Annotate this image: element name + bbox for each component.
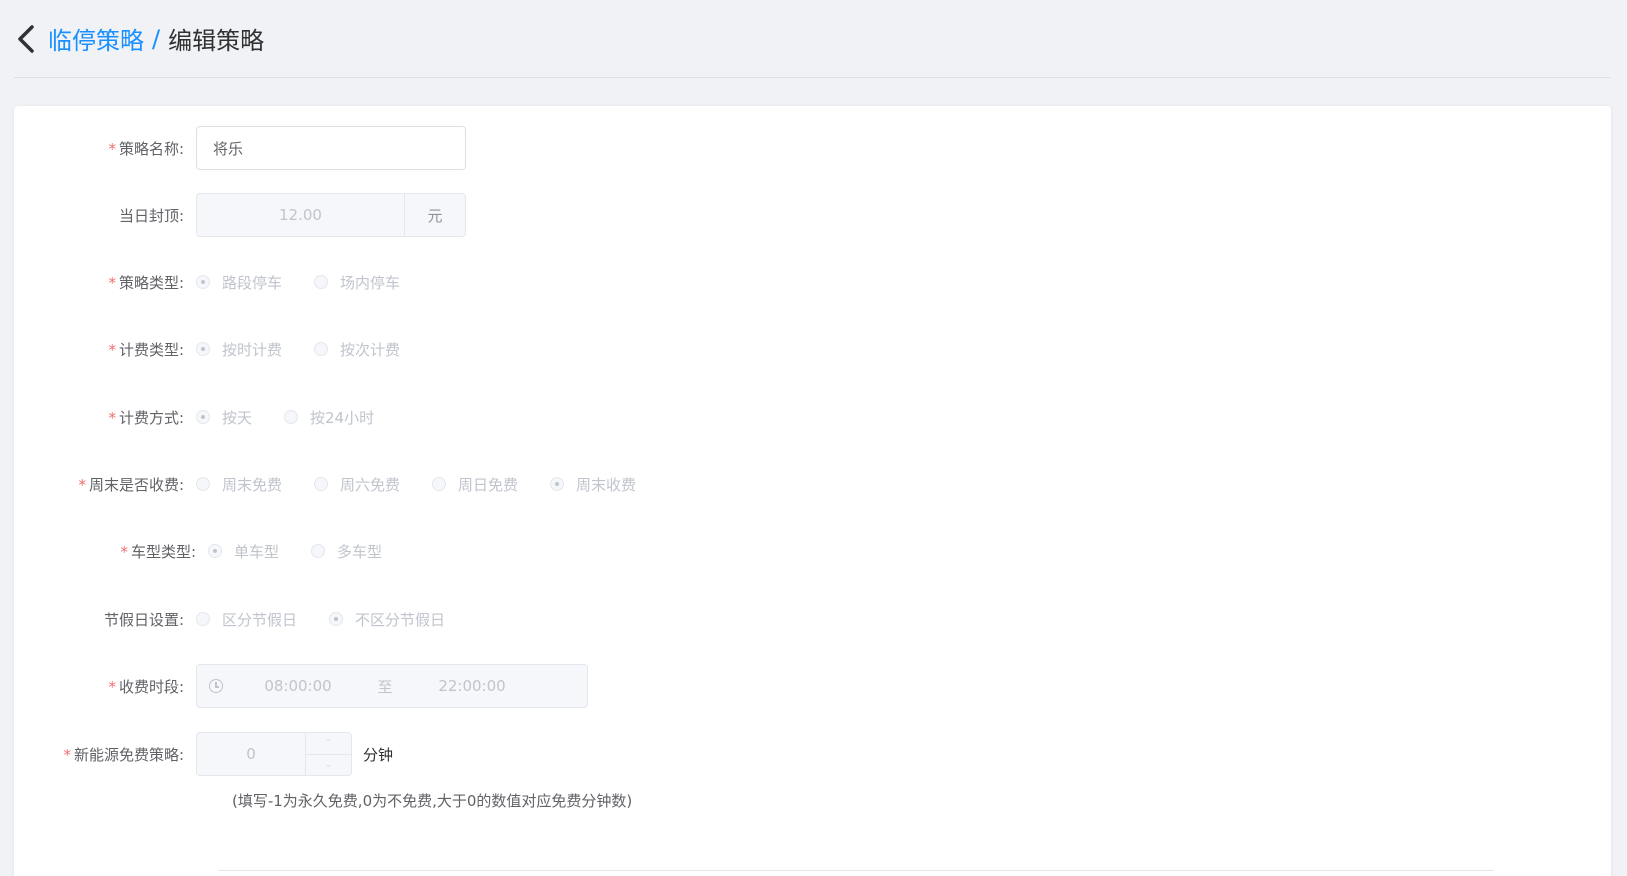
form-label-daily-cap: 当日封顶: bbox=[118, 206, 184, 225]
stepper-buttons: ⌃ ⌄ bbox=[305, 733, 351, 775]
form-row-holiday: 节假日设置: 区分节假日 不区分节假日 bbox=[14, 597, 477, 641]
time-range-end[interactable]: 22:00:00 bbox=[397, 677, 547, 695]
page-title: 编辑策略 bbox=[168, 27, 265, 55]
form-row-billing-mode: * 计费方式: 按天 按24小时 bbox=[14, 395, 406, 439]
radio-road-parking[interactable]: 路段停车 bbox=[196, 272, 282, 293]
radio-dot bbox=[432, 477, 447, 491]
radio-by-day[interactable]: 按天 bbox=[196, 407, 252, 428]
divider bbox=[218, 870, 1494, 871]
daily-cap-input[interactable]: 12.00 bbox=[196, 193, 404, 237]
radio-dot bbox=[329, 612, 344, 626]
radio-dot bbox=[314, 477, 329, 491]
daily-cap-unit: 元 bbox=[404, 193, 466, 237]
time-range-picker[interactable]: 08:00:00 至 22:00:00 bbox=[196, 664, 588, 708]
form-label-billing-mode: * 计费方式: bbox=[108, 408, 184, 427]
form-label-strategy-type: * 策略类型: bbox=[108, 273, 184, 292]
stepper-up-icon[interactable]: ⌃ bbox=[306, 733, 351, 754]
radio-dot bbox=[196, 410, 210, 424]
radio-distinguish-holiday[interactable]: 区分节假日 bbox=[196, 609, 297, 630]
radio-dot bbox=[208, 544, 222, 558]
chevron-left-icon[interactable] bbox=[14, 24, 38, 54]
stepper-down-icon[interactable]: ⌄ bbox=[306, 753, 351, 776]
form-label-vehicle-type: * 车型类型: bbox=[120, 542, 196, 561]
radio-dot bbox=[314, 342, 329, 356]
breadcrumb-separator: / bbox=[152, 24, 161, 53]
radio-multi-vehicle[interactable]: 多车型 bbox=[311, 541, 382, 562]
breadcrumb-parent-link[interactable]: 临停策略 bbox=[48, 21, 144, 56]
radio-dot bbox=[196, 612, 210, 626]
page-header: 临停策略 / 编辑策略 bbox=[14, 0, 1611, 78]
radio-dot bbox=[196, 275, 210, 289]
form-card: *策略名称: 当日封顶: 12.00 元 *策略类型: 路段停车 场内停车 *计… bbox=[14, 106, 1611, 876]
clock-icon bbox=[209, 679, 223, 693]
radio-saturday-free[interactable]: 周六免费 bbox=[314, 474, 400, 495]
nev-free-value[interactable]: 0 bbox=[197, 733, 305, 775]
radio-lot-parking[interactable]: 场内停车 bbox=[314, 272, 400, 293]
radio-dot bbox=[550, 477, 565, 491]
form-label-holiday: 节假日设置: bbox=[103, 610, 184, 629]
radio-by-24h[interactable]: 按24小时 bbox=[284, 407, 374, 428]
nev-free-unit: 分钟 bbox=[363, 745, 394, 764]
form-label-billing-type: * 计费类型: bbox=[108, 340, 184, 359]
form-row-name: * 策略名称: bbox=[14, 126, 466, 170]
form-label-name: * 策略名称: bbox=[108, 139, 184, 158]
nev-free-hint: (填写-1为永久免费,0为不免费,大于0的数值对应免费分钟数) bbox=[232, 792, 633, 810]
radio-weekend-charge[interactable]: 周末收费 bbox=[550, 474, 636, 495]
form-label-nev-free: * 新能源免费策略: bbox=[63, 745, 184, 764]
radio-dot bbox=[311, 544, 326, 558]
breadcrumb: 临停策略 / 编辑策略 bbox=[48, 21, 264, 56]
radio-no-distinguish-holiday[interactable]: 不区分节假日 bbox=[329, 609, 445, 630]
form-row-strategy-type: * 策略类型: 路段停车 场内停车 bbox=[14, 260, 432, 304]
radio-bill-by-count[interactable]: 按次计费 bbox=[314, 339, 400, 360]
strategy-name-input[interactable] bbox=[196, 126, 466, 170]
nev-free-number-input[interactable]: 0 ⌃ ⌄ bbox=[196, 732, 352, 776]
form-label-charge-period: * 收费时段: bbox=[108, 677, 184, 696]
form-row-weekend: * 周末是否收费: 周末免费 周六免费 周日免费 周末收费 bbox=[14, 462, 668, 506]
radio-dot bbox=[196, 477, 210, 491]
radio-dot bbox=[314, 275, 329, 289]
radio-weekend-free[interactable]: 周末免费 bbox=[196, 474, 282, 495]
radio-single-vehicle[interactable]: 单车型 bbox=[208, 541, 279, 562]
daily-cap-input-group: 12.00 元 bbox=[196, 193, 466, 237]
radio-dot bbox=[196, 342, 210, 356]
form-row-billing-type: * 计费类型: 按时计费 按次计费 bbox=[14, 327, 432, 371]
form-row-vehicle-type: * 车型类型: 单车型 多车型 bbox=[14, 529, 414, 573]
radio-bill-by-time[interactable]: 按时计费 bbox=[196, 339, 282, 360]
time-range-separator: 至 bbox=[377, 677, 393, 696]
radio-sunday-free[interactable]: 周日免费 bbox=[432, 474, 518, 495]
form-row-nev-free: * 新能源免费策略: 0 ⌃ ⌄ 分钟 bbox=[14, 732, 393, 776]
form-label-weekend: * 周末是否收费: bbox=[78, 475, 184, 494]
radio-dot bbox=[284, 410, 299, 424]
form-row-charge-period: * 收费时段: 08:00:00 至 22:00:00 bbox=[14, 664, 588, 708]
form-row-daily-cap: 当日封顶: 12.00 元 bbox=[14, 193, 466, 237]
time-range-start[interactable]: 08:00:00 bbox=[223, 677, 373, 695]
